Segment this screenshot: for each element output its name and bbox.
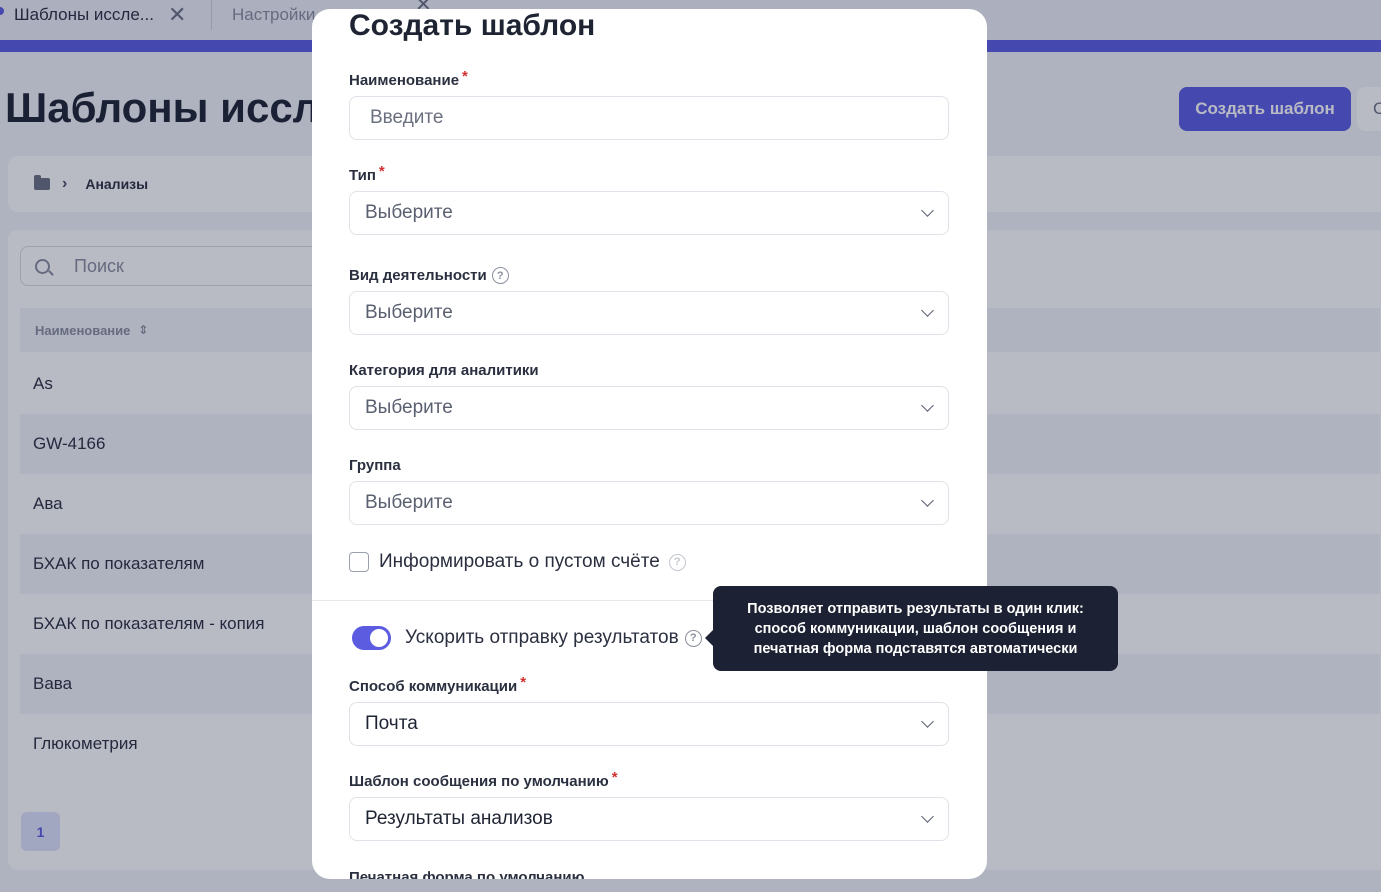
analytics-select[interactable]: Выберите bbox=[349, 386, 949, 430]
notify-empty-checkbox[interactable] bbox=[349, 552, 369, 572]
msg-template-label-text: Шаблон сообщения по умолчанию bbox=[349, 773, 609, 790]
modal-title: Создать шаблон bbox=[349, 9, 596, 42]
tooltip-line: печатная форма подставятся автоматически bbox=[753, 640, 1078, 657]
help-icon[interactable]: ? bbox=[491, 267, 509, 284]
activity-select[interactable]: Выберите bbox=[349, 291, 949, 335]
tooltip-line: способ коммуникации, шаблон сообщения и bbox=[754, 620, 1077, 637]
speed-send-toggle[interactable] bbox=[352, 626, 391, 650]
chevron-down-icon bbox=[921, 715, 934, 728]
type-label: Тип * bbox=[349, 163, 385, 184]
comm-label-text: Способ коммуникации bbox=[349, 678, 518, 695]
name-input[interactable]: Введите bbox=[349, 96, 949, 140]
required-mark: * bbox=[378, 163, 385, 180]
activity-label: Вид деятельности ? bbox=[349, 267, 509, 284]
msg-template-select-value: Результаты анализов bbox=[365, 808, 553, 829]
chevron-down-icon bbox=[921, 304, 934, 317]
comm-label: Способ коммуникации * bbox=[349, 674, 526, 695]
notify-empty-row: Информировать о пустом счёте ? bbox=[349, 551, 686, 573]
msg-template-select[interactable]: Результаты анализов bbox=[349, 797, 949, 841]
chevron-down-icon bbox=[921, 810, 934, 823]
required-mark: * bbox=[462, 68, 468, 85]
type-label-text: Тип bbox=[349, 167, 376, 184]
type-select-value: Выберите bbox=[365, 202, 453, 223]
activity-select-value: Выберите bbox=[365, 302, 453, 323]
required-mark: * bbox=[611, 769, 618, 786]
print-form-label: Печатная форма по умолчанию bbox=[349, 869, 585, 879]
speed-send-label: Ускорить отправку результатов bbox=[405, 627, 679, 648]
activity-label-text: Вид деятельности bbox=[349, 267, 487, 284]
name-label-text: Наименование bbox=[349, 72, 460, 89]
speed-send-tooltip: Позволяет отправить результаты в один кл… bbox=[705, 586, 1118, 671]
help-icon[interactable]: ? bbox=[684, 629, 702, 647]
notify-empty-label: Информировать о пустом счёте bbox=[379, 551, 660, 572]
analytics-label: Категория для аналитики bbox=[349, 362, 539, 379]
analytics-select-value: Выберите bbox=[365, 397, 453, 418]
create-template-modal: Создать шаблон Наименование * Введите Тип… bbox=[312, 9, 987, 879]
chevron-down-icon bbox=[921, 494, 934, 507]
help-icon[interactable]: ? bbox=[668, 553, 686, 571]
comm-select[interactable]: Почта bbox=[349, 702, 949, 746]
type-select[interactable]: Выберите bbox=[349, 191, 949, 235]
group-select[interactable]: Выберите bbox=[349, 481, 949, 525]
speed-send-row: Ускорить отправку результатов ? bbox=[352, 626, 702, 650]
comm-select-value: Почта bbox=[365, 713, 418, 734]
msg-template-label: Шаблон сообщения по умолчанию * bbox=[349, 769, 618, 790]
chevron-down-icon bbox=[921, 204, 934, 217]
tooltip-line: Позволяет отправить результаты в один кл… bbox=[747, 600, 1084, 617]
name-label: Наименование * bbox=[349, 68, 468, 89]
chevron-down-icon bbox=[921, 399, 934, 412]
group-select-value: Выберите bbox=[365, 492, 453, 513]
group-label: Группа bbox=[349, 457, 401, 474]
required-mark: * bbox=[520, 674, 527, 691]
